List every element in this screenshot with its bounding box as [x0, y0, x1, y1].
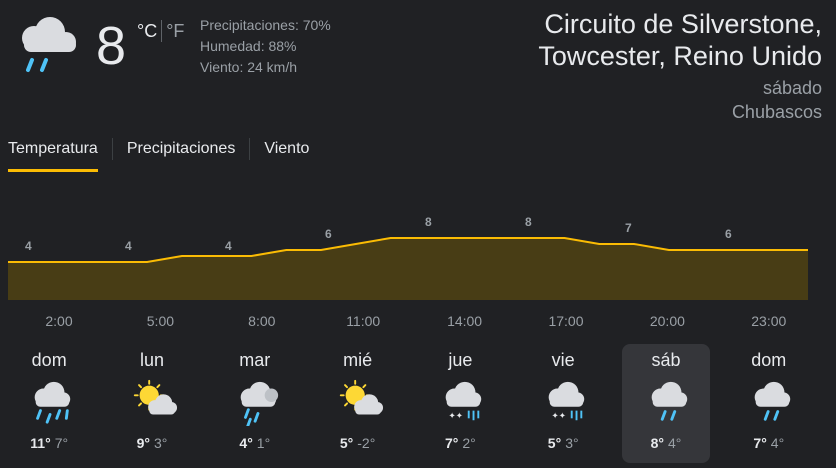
day-name: mar — [239, 350, 271, 370]
day-name: jue — [448, 350, 473, 370]
rain-cloud-icon — [747, 378, 795, 426]
time-tick-label: 2:00 — [45, 313, 73, 329]
day-low-temp: 3° — [154, 435, 168, 451]
rain-cloud-icon — [644, 378, 692, 426]
day-temps: 9° 3° — [108, 435, 196, 451]
day-high-temp: 5° — [547, 435, 562, 451]
day-name: dom — [31, 350, 67, 370]
day-card-3[interactable]: mié 5° -2° — [314, 344, 402, 463]
wind-text: Viento: 24 km/h — [200, 59, 298, 75]
day-high-temp: 8° — [650, 435, 664, 451]
temperature-data-label: 4 — [25, 239, 32, 253]
day-temps: 7° 2° — [416, 435, 504, 451]
day-high-temp: 4° — [239, 435, 253, 451]
day-low-temp: 4° — [770, 435, 785, 451]
day-name: dom — [751, 350, 787, 370]
temperature-data-label: 8 — [525, 215, 532, 229]
temperature-data-label: 8 — [425, 215, 432, 229]
rain-cloud-icon — [12, 14, 78, 76]
temperature-chart[interactable]: 4 4 4 6 8 8 7 6 — [8, 200, 808, 300]
day-card-7[interactable]: dom 7° 4° — [725, 344, 813, 463]
tab-viento[interactable]: Viento — [264, 136, 309, 168]
fahrenheit-unit-button[interactable]: °F — [166, 21, 184, 42]
day-card-2[interactable]: mar 4° 1° — [211, 344, 299, 463]
location-title: Circuito de Silverstone, Towcester, Rein… — [538, 8, 822, 72]
sleet-icon: ✦✦ — [438, 378, 486, 426]
day-temps: 11° 7° — [5, 435, 93, 451]
day-temps: 5° 3° — [519, 435, 607, 451]
temperature-data-label: 4 — [125, 239, 132, 253]
time-tick-label: 8:00 — [248, 313, 276, 329]
heavy-rain-icon — [27, 378, 75, 426]
day-card-5[interactable]: vie ✦✦ 5° 3° — [519, 344, 607, 463]
day-name: sáb — [651, 350, 681, 370]
day-card-1[interactable]: lun 9° 3° — [108, 344, 196, 463]
tab-temperatura[interactable]: Temperatura — [8, 136, 98, 172]
location-line-1: Circuito de Silverstone, — [544, 9, 822, 39]
day-name: vie — [551, 350, 575, 370]
temperature-data-label: 6 — [325, 227, 332, 241]
temperature-data-label: 4 — [225, 239, 232, 253]
partly-sunny-icon — [130, 378, 178, 426]
day-low-temp: -2° — [357, 435, 376, 451]
unit-divider — [161, 20, 163, 42]
unit-toggle: °C °F — [137, 20, 184, 42]
day-name: mié — [343, 350, 373, 370]
day-temps: 7° 4° — [725, 435, 813, 451]
location-line-2: Towcester, Reino Unido — [538, 41, 822, 71]
tab-divider — [111, 138, 113, 160]
current-condition: Chubascos — [731, 102, 822, 122]
day-temps: 4° 1° — [211, 435, 299, 451]
day-low-temp: 7° — [54, 435, 69, 451]
precipitation-text: Precipitaciones: 70% — [200, 17, 331, 33]
partly-sunny-icon — [336, 378, 384, 426]
day-high-temp: 7° — [445, 435, 459, 451]
temperature-data-label: 6 — [725, 227, 732, 241]
time-tick-label: 14:00 — [447, 313, 483, 329]
day-temps: 8° 4° — [622, 435, 710, 451]
day-temps: 5° -2° — [314, 435, 402, 451]
day-card-0[interactable]: dom 11° 7° — [5, 344, 93, 463]
day-high-temp: 7° — [753, 435, 767, 451]
chart-tabs: Temperatura Precipitaciones Viento — [8, 136, 309, 172]
day-low-temp: 2° — [462, 435, 476, 451]
tab-precipitaciones[interactable]: Precipitaciones — [127, 136, 236, 168]
day-high-temp: 5° — [339, 435, 354, 451]
day-low-temp: 1° — [256, 435, 271, 451]
svg-text:✦✦: ✦✦ — [552, 411, 566, 421]
celsius-unit-button[interactable]: °C — [137, 21, 157, 42]
humidity-text: Humedad: 88% — [200, 38, 297, 54]
day-high-temp: 11° — [30, 435, 51, 451]
time-tick-label: 20:00 — [649, 313, 685, 329]
time-tick-label: 23:00 — [751, 313, 787, 329]
rain-sun-cloud-icon — [233, 378, 281, 429]
day-low-temp: 4° — [668, 435, 682, 451]
current-temperature: 8 — [96, 16, 127, 76]
day-card-6[interactable]: sáb 8° 4° — [622, 344, 710, 463]
current-day: sábado — [762, 78, 822, 98]
time-tick-label: 5:00 — [146, 313, 175, 329]
time-tick-label: 17:00 — [548, 313, 584, 329]
sleet-icon: ✦✦ — [541, 378, 589, 426]
day-card-4[interactable]: jue ✦✦ 7° 2° — [416, 344, 504, 463]
day-high-temp: 9° — [136, 435, 150, 451]
day-name: lun — [139, 350, 165, 370]
temperature-data-label: 7 — [625, 221, 632, 235]
tab-divider — [249, 138, 251, 160]
time-tick-label: 11:00 — [346, 313, 381, 329]
svg-text:✦✦: ✦✦ — [449, 411, 463, 421]
day-low-temp: 3° — [565, 435, 579, 451]
